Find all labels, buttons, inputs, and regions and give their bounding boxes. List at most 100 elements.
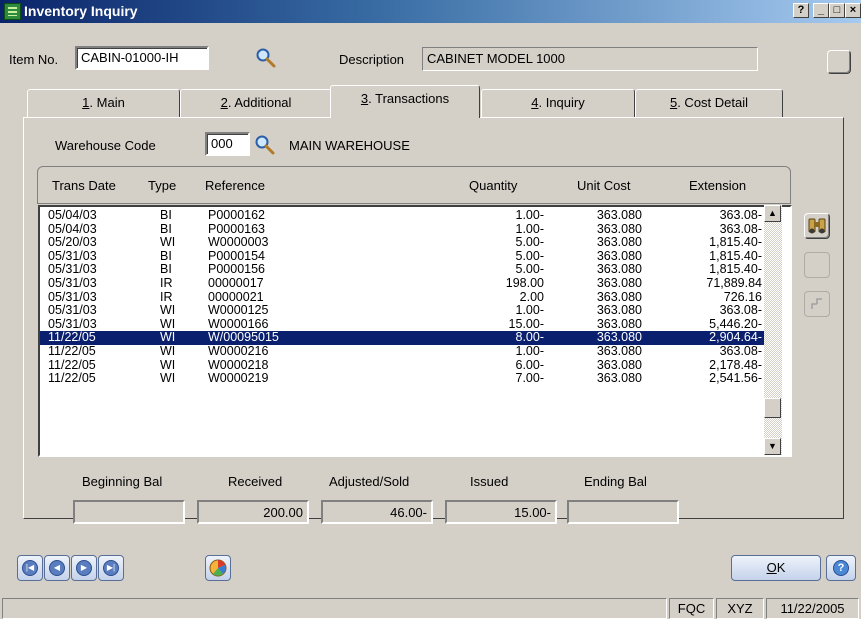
cell-quantity: 2.00	[519, 289, 544, 304]
col-quantity[interactable]: Quantity	[469, 178, 517, 193]
item-lookup-icon[interactable]	[255, 47, 277, 69]
cell-extension: 71,889.84	[706, 276, 762, 290]
cell-unit-cost: 363.080	[596, 276, 642, 290]
table-row[interactable]: 11/22/05 WI W0000218 6.00- 363.080 2,178.48-	[40, 357, 766, 373]
table-row[interactable]: 05/04/03 BI P0000162 1.00- 363.080 363.08-	[40, 209, 766, 223]
help-caption-button[interactable]: ?	[793, 3, 809, 18]
cell-trans-date: 05/31/03	[48, 316, 97, 331]
table-row[interactable]: 05/31/03 BI P0000154 5.00- 363.080 1,815.40-	[40, 248, 766, 264]
scroll-up-button[interactable]: ▲	[764, 205, 781, 222]
table-row[interactable]: 05/31/03 IR 00000021 2.00 363.080 726.16	[40, 289, 766, 305]
description-label: Description	[339, 52, 405, 67]
col-trans-date[interactable]: Trans Date	[52, 178, 116, 193]
table-row[interactable]: 05/04/03 BI P0000163 1.00- 363.080 363.08-	[40, 221, 766, 237]
table-row[interactable]: 05/20/03 WI W0000003 5.00- 363.080 1,815.40-	[40, 236, 766, 250]
side-button-2[interactable]	[804, 252, 830, 278]
table-row[interactable]: 05/31/03 WI W0000125 1.00- 363.080 363.08-	[40, 304, 766, 318]
cell-quantity: 6.00-	[515, 357, 545, 372]
cell-reference: P0000156	[208, 262, 266, 277]
chart-icon	[209, 559, 227, 577]
tab-transactions[interactable]: 3. Transactions	[330, 85, 480, 118]
cell-unit-cost: 363.080	[596, 262, 642, 277]
minimize-button[interactable]: _	[813, 3, 829, 18]
table-row[interactable]: 11/22/05 WI W0000219 7.00- 363.080 2,541.56-	[40, 372, 766, 386]
close-button[interactable]: ×	[845, 3, 861, 18]
cell-quantity: 1.00-	[515, 208, 545, 222]
status-user: XYZ	[716, 598, 764, 619]
tab-main[interactable]: 1. Main	[27, 89, 180, 117]
grid-scrollbar[interactable]: ▲ ▼	[764, 205, 782, 455]
cell-reference: W0000003	[208, 235, 269, 250]
transactions-grid[interactable]: 05/04/03 BI P0000162 1.00- 363.080 363.08- 05/…	[38, 205, 792, 457]
cell-quantity: 1.00-	[515, 344, 545, 358]
cell-reference: P0000162	[208, 208, 266, 222]
maximize-button[interactable]: □	[829, 3, 845, 18]
previous-record-button[interactable]: ◀	[44, 555, 70, 581]
window-title: Inventory Inquiry	[24, 3, 138, 19]
cell-extension: 1,815.40-	[709, 248, 762, 263]
ok-button[interactable]: OK	[731, 555, 821, 581]
cell-trans-date: 05/04/03	[48, 208, 97, 222]
col-reference[interactable]: Reference	[205, 178, 265, 193]
cell-quantity: 1.00-	[515, 303, 545, 318]
cell-quantity: 15.00-	[508, 316, 544, 331]
cell-quantity: 5.00-	[515, 262, 545, 277]
cell-trans-date: 05/20/03	[48, 235, 97, 250]
cell-unit-cost: 363.080	[596, 248, 642, 263]
col-extension[interactable]: Extension	[689, 178, 746, 193]
cell-trans-date: 11/22/05	[48, 371, 96, 386]
cell-extension: 1,815.40-	[709, 235, 762, 250]
cell-quantity: 1.00-	[515, 221, 545, 236]
cell-quantity: 7.00-	[515, 371, 545, 386]
table-row[interactable]: 05/31/03 IR 00000017 198.00 363.080 71,889.84	[40, 277, 766, 291]
find-button[interactable]	[804, 213, 830, 239]
tab-cost-detail[interactable]: 5. Cost Detail	[635, 89, 783, 117]
table-row[interactable]: 05/31/03 BI P0000156 5.00- 363.080 1,815.40-	[40, 263, 766, 277]
scroll-down-button[interactable]: ▼	[764, 438, 781, 455]
cell-trans-date: 05/31/03	[48, 289, 97, 304]
table-row[interactable]: 05/31/03 WI W0000166 15.00- 363.080 5,446.20-	[40, 316, 766, 332]
scroll-thumb[interactable]	[764, 398, 781, 418]
status-message-panel	[2, 598, 667, 619]
cell-extension: 363.08-	[719, 208, 762, 222]
help-button[interactable]: ?	[826, 555, 856, 581]
item-no-input[interactable]: CABIN-01000-IH	[75, 46, 209, 70]
cell-extension: 2,178.48-	[709, 357, 762, 372]
cell-unit-cost: 363.080	[596, 357, 642, 372]
tab-inquiry[interactable]: 4. Inquiry	[481, 89, 635, 117]
memo-button[interactable]	[827, 50, 851, 74]
cell-type: WI	[160, 357, 176, 372]
last-record-button[interactable]: ▶|	[98, 555, 124, 581]
title-bar: Inventory Inquiry ? _ □ ×	[0, 0, 861, 23]
cell-reference: W0000218	[208, 357, 269, 372]
app-icon	[4, 3, 21, 20]
beginning-bal-field	[73, 500, 185, 524]
first-record-button[interactable]: |◀	[17, 555, 43, 581]
beginning-bal-label: Beginning Bal	[82, 474, 163, 489]
table-row[interactable]: 11/22/05 WI W/00095015 8.00- 363.080 2,904.64…	[40, 330, 767, 346]
warehouse-code-input[interactable]: 000	[205, 132, 250, 156]
zoom-icon	[811, 298, 822, 309]
cell-unit-cost: 363.080	[596, 303, 642, 318]
cell-quantity: 8.00-	[515, 330, 545, 345]
next-record-button[interactable]: ▶	[71, 555, 97, 581]
side-button-3[interactable]	[804, 291, 830, 317]
issued-label: Issued	[470, 474, 509, 489]
table-row[interactable]: 11/22/05 WI W0000216 1.00- 363.080 363.08-	[40, 345, 766, 359]
cell-type: WI	[160, 303, 176, 318]
cell-type: WI	[160, 344, 176, 358]
col-type[interactable]: Type	[148, 178, 176, 193]
tab-additional[interactable]: 2. Additional	[180, 89, 332, 117]
chart-button[interactable]	[205, 555, 231, 581]
cell-type: IR	[160, 289, 173, 304]
cell-reference: W0000125	[208, 303, 269, 318]
cell-extension: 5,446.20-	[709, 316, 762, 331]
status-company: FQC	[669, 598, 714, 619]
cell-extension: 363.08-	[719, 344, 762, 358]
col-unit-cost[interactable]: Unit Cost	[577, 178, 630, 193]
cell-reference: P0000163	[208, 221, 266, 236]
cell-trans-date: 11/22/05	[48, 357, 96, 372]
cell-type: BI	[160, 248, 172, 263]
cell-reference: W0000216	[208, 344, 269, 358]
warehouse-lookup-icon[interactable]	[254, 134, 276, 156]
